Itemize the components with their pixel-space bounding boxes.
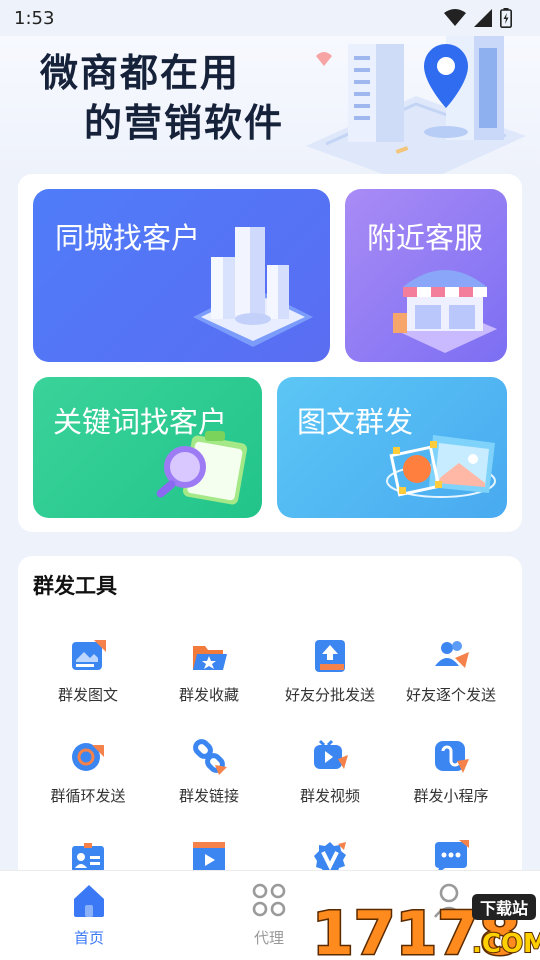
nav-label: 首页 — [73, 929, 104, 947]
nav-home[interactable]: 首页 — [44, 881, 134, 953]
loop-send-icon — [72, 743, 104, 771]
city-buildings-icon — [193, 227, 313, 347]
photo-frame-icon — [386, 435, 496, 498]
hero-banner: 微商都在用 的营销软件 — [0, 36, 540, 174]
clipboard-search-icon — [156, 431, 248, 505]
watermark-logo: 17178 下载站 .COM — [311, 894, 540, 960]
tile-local-customers[interactable]: 同城找客户 — [33, 189, 330, 362]
tool-image-text[interactable]: 群发图文 — [25, 636, 151, 726]
link-icon — [193, 739, 227, 775]
tool-label: 群循环发送 — [50, 787, 126, 805]
status-time: 1:53 — [14, 7, 55, 29]
image-text-icon — [72, 640, 106, 670]
status-bar: 1:53 — [0, 0, 540, 36]
tool-mini-program[interactable]: 群发小程序 — [388, 737, 514, 827]
tile-label: 附近客服 — [367, 221, 484, 255]
site-watermark: 17178 下载站 .COM — [310, 888, 540, 960]
tile-nearby-service[interactable]: 附近客服 — [345, 189, 507, 362]
users-send-icon — [435, 641, 469, 668]
feature-card: 同城找客户 附近客服 关键词找客户 图文群发 — [18, 174, 522, 532]
watermark-domain: .COM — [472, 929, 540, 959]
tool-label: 好友分批发送 — [284, 686, 375, 704]
tool-favorites[interactable]: 群发收藏 — [146, 636, 272, 726]
tool-label: 群发视频 — [299, 787, 360, 805]
tool-label: 群发小程序 — [413, 787, 489, 805]
grid-clover-icon — [252, 883, 286, 917]
video-icon — [314, 739, 348, 769]
tool-label: 群发收藏 — [178, 686, 239, 704]
mini-program-icon — [435, 741, 469, 773]
tool-one-by-one-send[interactable]: 好友逐个发送 — [388, 636, 514, 726]
folder-star-icon — [193, 646, 227, 670]
home-icon — [74, 885, 104, 917]
storefront-icon — [393, 270, 497, 353]
tool-batch-send[interactable]: 好友分批发送 — [267, 636, 393, 726]
hero-title-line2: 的营销软件 — [84, 100, 285, 145]
tool-label: 群发图文 — [57, 686, 118, 704]
tile-keyword-customers[interactable]: 关键词找客户 — [33, 377, 262, 518]
hero-title-line1: 微商都在用 — [40, 50, 241, 95]
wifi-icon — [444, 9, 466, 26]
tool-video[interactable]: 群发视频 — [267, 737, 393, 827]
section-title: 群发工具 — [33, 574, 117, 598]
watermark-tag: 下载站 — [480, 899, 528, 918]
status-icons — [444, 8, 512, 28]
tool-label: 群发链接 — [178, 787, 239, 805]
cellular-signal-icon — [474, 9, 492, 27]
upload-box-icon — [315, 640, 345, 672]
tool-label: 好友逐个发送 — [405, 686, 496, 704]
nav-label: 代理 — [253, 929, 284, 947]
tool-loop-send[interactable]: 群循环发送 — [25, 737, 151, 827]
city-map-pin-illustration — [306, 36, 526, 174]
tile-label: 同城找客户 — [55, 221, 201, 255]
nav-agent[interactable]: 代理 — [224, 881, 314, 953]
tile-image-text-broadcast[interactable]: 图文群发 — [277, 377, 507, 518]
tool-link[interactable]: 群发链接 — [146, 737, 272, 827]
battery-icon — [500, 8, 512, 28]
